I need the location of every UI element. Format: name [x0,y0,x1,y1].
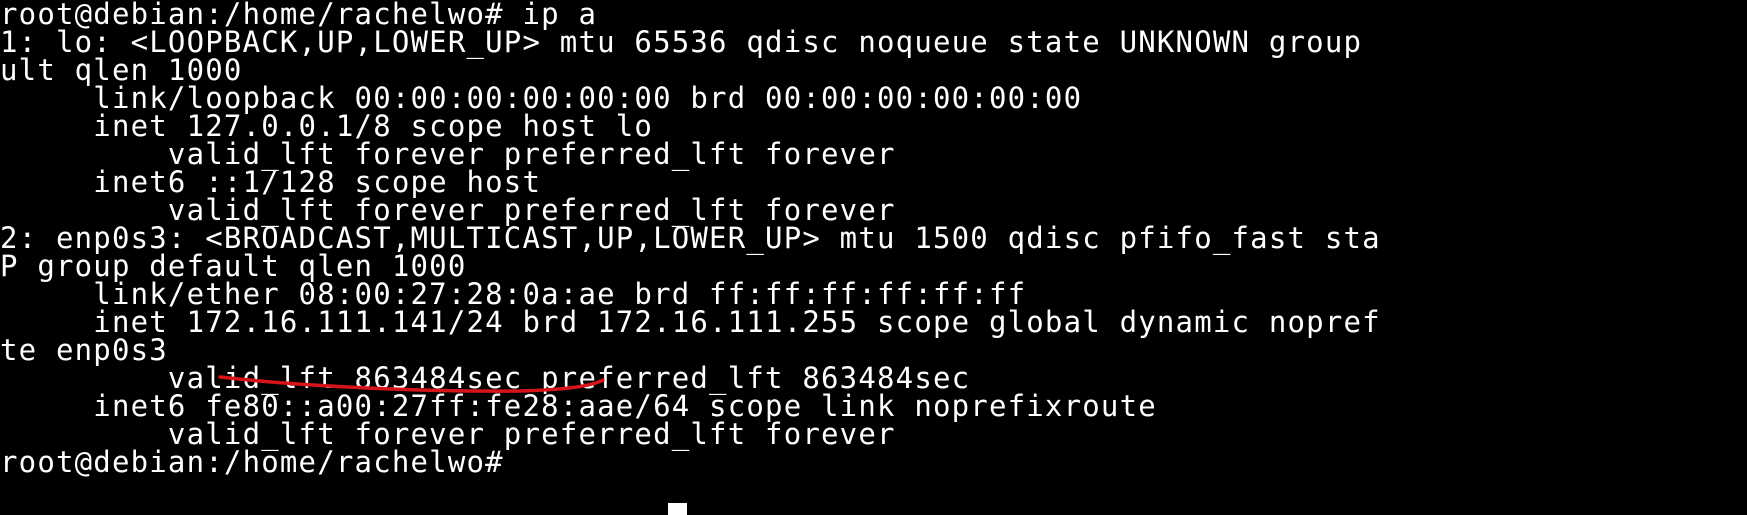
terminal-prompt: root@debian:/home/rachelwo# [0,445,523,479]
text-cursor [668,503,687,515]
terminal-line: inet 172.16.111.141/24 brd 172.16.111.25… [0,305,1381,339]
terminal-window[interactable]: root@debian:/home/rachelwo# ip a 1: lo: … [0,0,1747,515]
